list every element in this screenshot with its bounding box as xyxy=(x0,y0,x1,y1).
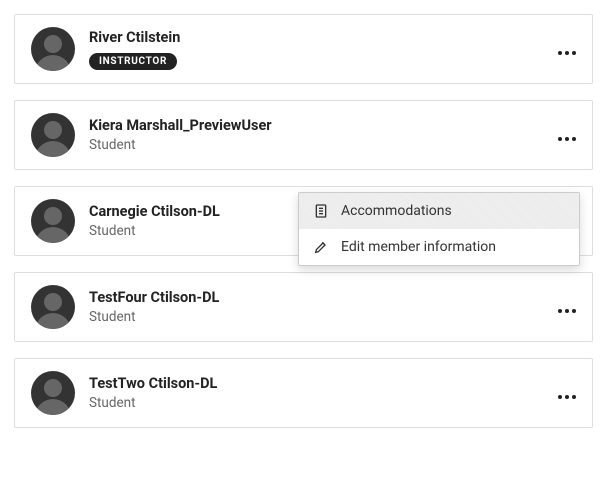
more-icon xyxy=(558,395,576,399)
instructor-badge: INSTRUCTOR xyxy=(89,53,177,70)
avatar xyxy=(31,27,75,71)
member-row[interactable]: River Ctilstein INSTRUCTOR xyxy=(14,14,593,84)
member-row[interactable]: TestFour Ctilson-DL Student xyxy=(14,272,593,342)
member-row[interactable]: Kiera Marshall_PreviewUser Student xyxy=(14,100,593,170)
avatar xyxy=(31,371,75,415)
context-menu-item-label: Edit member information xyxy=(341,239,496,255)
row-actions-button[interactable] xyxy=(546,40,576,59)
member-role: Student xyxy=(89,137,546,153)
context-menu-item-label: Accommodations xyxy=(341,203,452,219)
context-menu: Accommodations Edit member information xyxy=(298,192,580,266)
member-info: TestTwo Ctilson-DL Student xyxy=(89,375,546,411)
avatar xyxy=(31,113,75,157)
member-info: River Ctilstein INSTRUCTOR xyxy=(89,29,546,70)
row-actions-button[interactable] xyxy=(546,126,576,145)
more-icon xyxy=(558,137,576,141)
member-row[interactable]: TestTwo Ctilson-DL Student xyxy=(14,358,593,428)
member-role: Student xyxy=(89,395,546,411)
member-name: Kiera Marshall_PreviewUser xyxy=(89,117,546,134)
row-actions-button[interactable] xyxy=(546,298,576,317)
more-icon xyxy=(558,309,576,313)
member-name: TestTwo Ctilson-DL xyxy=(89,375,546,392)
accommodations-icon xyxy=(313,203,329,219)
edit-icon xyxy=(313,239,329,255)
avatar xyxy=(31,285,75,329)
context-menu-item-edit[interactable]: Edit member information xyxy=(299,229,579,265)
context-menu-item-accommodations[interactable]: Accommodations xyxy=(299,193,579,229)
member-name: River Ctilstein xyxy=(89,29,546,46)
member-role: Student xyxy=(89,309,546,325)
member-info: TestFour Ctilson-DL Student xyxy=(89,289,546,325)
member-info: Kiera Marshall_PreviewUser Student xyxy=(89,117,546,153)
more-icon xyxy=(558,51,576,55)
row-actions-button[interactable] xyxy=(546,384,576,403)
avatar xyxy=(31,199,75,243)
member-name: TestFour Ctilson-DL xyxy=(89,289,546,306)
